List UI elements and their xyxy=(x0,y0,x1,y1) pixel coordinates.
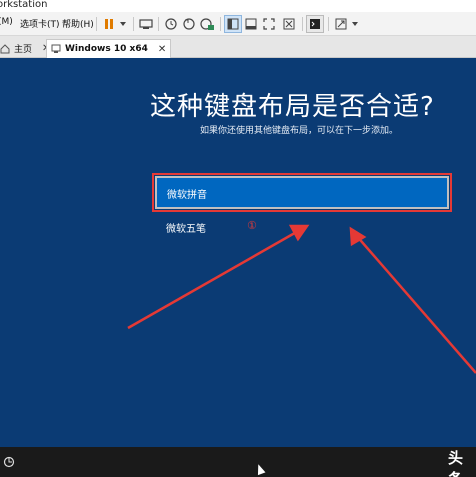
vm-icon xyxy=(51,44,61,53)
toolbar-separator xyxy=(328,17,329,31)
toolbar-separator xyxy=(133,17,134,31)
menu-item-tabs[interactable]: 选项卡(T) xyxy=(20,17,60,30)
mouse-cursor-icon xyxy=(254,462,266,476)
watermark: 头条 xyxy=(448,449,464,477)
bottom-bar: 头条 xyxy=(0,447,476,477)
close-icon[interactable]: ✕ xyxy=(158,44,166,55)
window-titlebar: orkstation xyxy=(0,0,476,12)
unity-icon[interactable] xyxy=(280,15,298,33)
vm-screen[interactable]: 这种键盘布局是否合适? 如果你还使用其他键盘布局，可以在下一步添加。 微软拼音 … xyxy=(0,58,476,447)
menu-item-vm[interactable]: (M) xyxy=(0,17,13,27)
snapshot-manager-icon[interactable] xyxy=(198,15,216,33)
menu-toolbar: (M) 选项卡(T) 帮助(H) xyxy=(0,12,476,36)
ease-of-access-icon[interactable] xyxy=(3,456,15,468)
tab-bar: 主页 ✕ Windows 10 x64 ✕ xyxy=(0,36,476,58)
revert-snapshot-icon[interactable] xyxy=(180,15,198,33)
tab-label: 主页 xyxy=(14,45,33,55)
annotation-arrows xyxy=(127,224,476,374)
chevron-down-icon[interactable] xyxy=(114,15,132,33)
sidebar-icon[interactable] xyxy=(224,15,242,33)
snapshot-icon[interactable] xyxy=(162,15,180,33)
send-keys-icon[interactable] xyxy=(137,15,155,33)
window-title: orkstation xyxy=(0,0,48,10)
arrow-right xyxy=(354,233,476,374)
arrow-left xyxy=(127,228,301,330)
toolbar-separator xyxy=(220,17,221,31)
toolbar-separator xyxy=(158,17,159,31)
console-icon[interactable] xyxy=(306,15,324,33)
home-icon xyxy=(0,43,10,53)
thumbnail-icon[interactable] xyxy=(242,15,260,33)
menu-item-help[interactable]: 帮助(H) xyxy=(62,17,94,30)
chevron-down-icon[interactable] xyxy=(346,15,364,33)
arrow-head-left xyxy=(288,224,310,242)
tab-windows10[interactable]: Windows 10 x64 ✕ xyxy=(46,39,172,58)
fullscreen-icon[interactable] xyxy=(260,15,278,33)
toolbar-separator xyxy=(302,17,303,31)
toolbar-separator xyxy=(96,17,97,31)
tab-label: Windows 10 x64 xyxy=(65,44,148,54)
